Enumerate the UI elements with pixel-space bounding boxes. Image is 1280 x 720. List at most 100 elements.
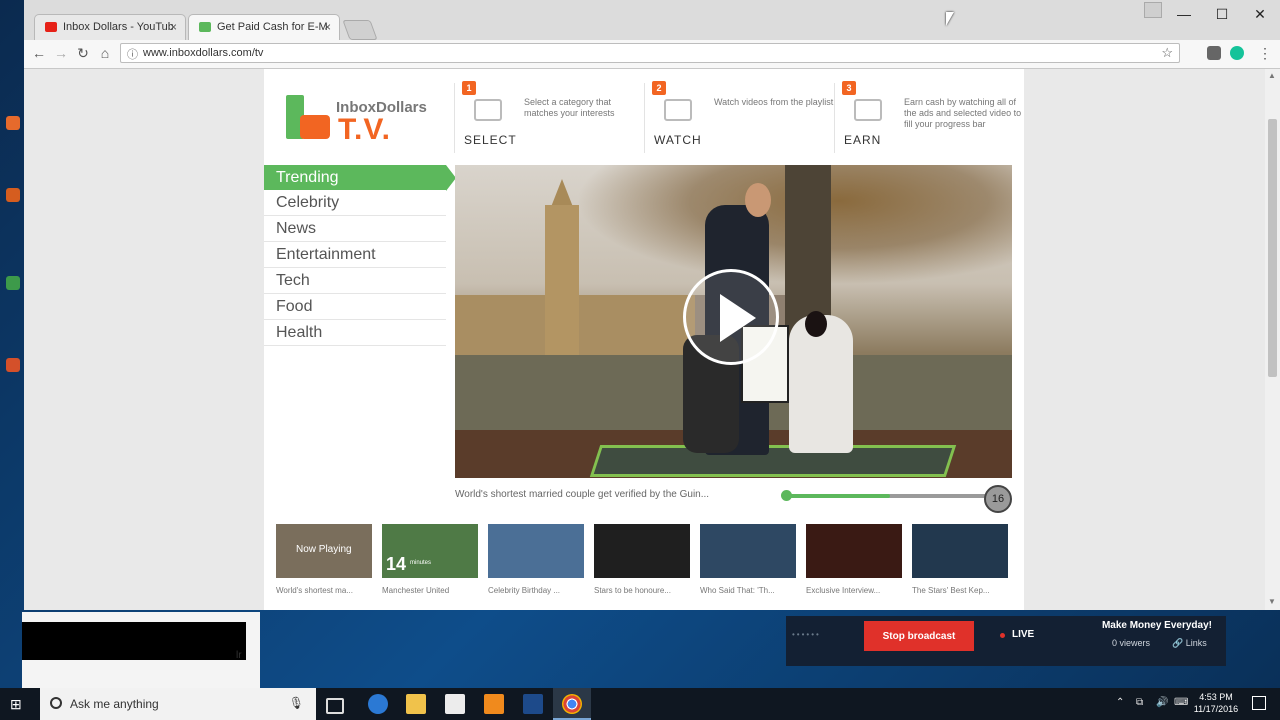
chrome-icon[interactable] [562, 694, 582, 714]
now-playing-label: Now Playing [296, 544, 352, 555]
viewer-count: 0 viewers [1112, 638, 1151, 648]
playlist-item[interactable]: Celebrity Birthday ... [488, 524, 584, 595]
progress-knob [781, 490, 792, 501]
playlist-item[interactable]: Stars to be honoure... [594, 524, 690, 595]
logo-tv: T.V. [338, 113, 391, 146]
category-tech[interactable]: Tech [264, 268, 446, 294]
tab-inboxdollars[interactable]: Get Paid Cash for E-Mai × [188, 14, 340, 40]
network-icon[interactable]: ⧉ [1136, 697, 1143, 708]
system-clock[interactable]: 4:53 PM 11/17/2016 [1188, 691, 1244, 715]
step-number: 3 [842, 81, 856, 95]
desktop-app-icon[interactable] [6, 116, 20, 130]
close-button[interactable]: ✕ [1250, 6, 1270, 23]
volume-icon[interactable]: 🔊 [1156, 697, 1168, 708]
app-icon[interactable] [484, 694, 504, 714]
category-health[interactable]: Health [264, 320, 446, 346]
step-divider [644, 83, 645, 153]
step-watch: 2 WATCH Watch videos from the playlist [652, 77, 834, 157]
playlist-item[interactable]: 14 minutes Manchester United [382, 524, 478, 595]
category-menu: Trending Celebrity News Entertainment Te… [264, 165, 456, 346]
links-label: Links [1185, 638, 1207, 648]
windows-start-icon[interactable]: ⊞ [10, 696, 26, 712]
edge-icon[interactable] [368, 694, 388, 714]
thumbnail-caption: Stars to be honoure... [594, 586, 671, 595]
step-title: WATCH [654, 133, 702, 147]
thumbnail-image [912, 524, 1008, 578]
minimize-button[interactable]: — [1174, 6, 1194, 22]
live-indicator: LIVE [1012, 629, 1035, 640]
drag-handle-icon[interactable]: •••••• [792, 630, 821, 639]
microphone-icon[interactable]: 🎙 [289, 696, 304, 710]
step-title: SELECT [464, 133, 517, 147]
earning-progress-bar [781, 490, 996, 501]
thumbnail-caption: The Stars' Best Kep... [912, 586, 990, 595]
links-button[interactable]: 🔗 Links [1172, 638, 1207, 649]
inboxdollars-tv-logo[interactable]: InboxDollars T.V. [286, 91, 436, 151]
playlist-item[interactable]: The Stars' Best Kep... [912, 524, 1008, 595]
video-player[interactable] [455, 165, 1012, 478]
link-icon: 🔗 [1172, 638, 1184, 648]
scroll-up-icon[interactable]: ▲ [1268, 71, 1276, 80]
menu-icon[interactable]: ⋮ [1256, 45, 1274, 62]
category-celebrity[interactable]: Celebrity [264, 190, 446, 216]
info-icon[interactable]: ⓘ [127, 46, 138, 62]
home-button[interactable]: ⌂ [96, 45, 114, 61]
file-explorer-icon[interactable] [406, 694, 426, 714]
maximize-button[interactable]: ☐ [1212, 6, 1232, 23]
playlist-item[interactable]: Who Said That: 'Th... [700, 524, 796, 595]
new-tab-button[interactable] [342, 20, 378, 40]
category-news[interactable]: News [264, 216, 446, 242]
extension-icon[interactable] [1207, 46, 1221, 60]
back-button[interactable]: ← [30, 45, 48, 61]
download-icon[interactable] [1144, 2, 1162, 18]
desktop-app-icon[interactable] [6, 358, 20, 372]
browser-toolbar: ← → ↻ ⌂ ⓘ www.inboxdollars.com/tv ☆ [24, 40, 1280, 69]
broadcast-panel: •••••• Stop broadcast LIVE Make Money Ev… [786, 616, 1226, 666]
photoshop-icon[interactable] [523, 694, 543, 714]
close-tab-icon[interactable]: × [324, 20, 331, 34]
step-earn: 3 EARN Earn cash by watching all of the … [842, 77, 1022, 157]
thumbnail-caption: Who Said That: 'Th... [700, 586, 775, 595]
youtube-icon [45, 22, 57, 32]
desktop-app-icon[interactable] [6, 276, 20, 290]
search-placeholder: Ask me anything [70, 697, 159, 711]
category-entertainment[interactable]: Entertainment [264, 242, 446, 268]
reload-button[interactable]: ↻ [74, 45, 92, 62]
grammarly-icon[interactable] [1230, 46, 1244, 60]
scrollbar-thumb[interactable] [1268, 119, 1277, 377]
keyboard-icon[interactable]: ⌨ [1174, 697, 1188, 708]
step-desc: Watch videos from the playlist [714, 97, 834, 107]
laptop-icon [474, 99, 502, 121]
step-title: EARN [844, 133, 882, 147]
forward-button[interactable]: → [52, 45, 70, 61]
taskbar: ⊞ Ask me anything 🎙 ⌃ ⧉ 🔊 ⌨ 4:53 PM 11/1… [0, 688, 1280, 720]
scroll-down-icon[interactable]: ▼ [1268, 597, 1276, 606]
stop-broadcast-button[interactable]: Stop broadcast [864, 621, 974, 651]
page-scrollbar[interactable]: ▲ ▼ [1265, 69, 1280, 610]
stream-title: Make Money Everyday! [1101, 620, 1212, 631]
bookmark-star-icon[interactable]: ☆ [1161, 45, 1173, 61]
close-tab-icon[interactable]: × [170, 20, 177, 34]
dollar-icon [199, 22, 211, 32]
category-food[interactable]: Food [264, 294, 446, 320]
thumbnail-image [700, 524, 796, 578]
tab-youtube[interactable]: Inbox Dollars - YouTube × [34, 14, 186, 40]
thumbnail-image [488, 524, 584, 578]
clock-date: 11/17/2016 [1193, 704, 1239, 714]
desktop-app-icon[interactable] [6, 188, 20, 202]
store-icon[interactable] [445, 694, 465, 714]
category-trending[interactable]: Trending [264, 165, 456, 191]
task-view-icon[interactable] [326, 698, 344, 714]
action-center-icon[interactable] [1252, 696, 1266, 710]
playlist-item[interactable]: Exclusive Interview... [806, 524, 902, 595]
playlist-item[interactable]: Now Playing World's shortest ma... [276, 524, 372, 595]
step-divider [834, 83, 835, 153]
address-bar[interactable]: ⓘ www.inboxdollars.com/tv ☆ [120, 43, 1180, 63]
tray-up-icon[interactable]: ⌃ [1116, 697, 1124, 708]
step-divider [454, 83, 455, 153]
cortana-search-box[interactable]: Ask me anything 🎙 [40, 688, 316, 720]
url-text: www.inboxdollars.com/tv [143, 47, 264, 59]
play-button-icon[interactable] [683, 269, 779, 365]
step-number: 1 [462, 81, 476, 95]
title-bar: Inbox Dollars - YouTube × Get Paid Cash … [24, 0, 1280, 40]
